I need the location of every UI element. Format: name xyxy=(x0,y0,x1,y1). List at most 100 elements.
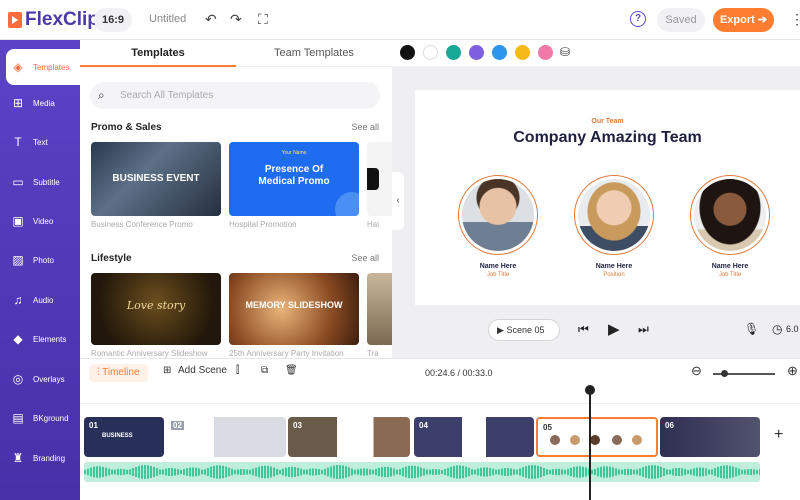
search-input[interactable]: ⌕ Search All Templates xyxy=(90,82,380,109)
sidebar-item-label: Overlays xyxy=(33,374,65,384)
sidebar-item-label: Video xyxy=(33,216,54,226)
timeline-tab[interactable]: ⫶ Timeline xyxy=(89,364,148,382)
sidebar-item-templates[interactable]: ◈ Templates xyxy=(6,49,80,85)
play-icon[interactable]: ▶ xyxy=(608,320,620,338)
delete-icon[interactable]: 🗑 xyxy=(285,365,298,376)
redo-icon[interactable]: ↷ xyxy=(230,11,242,28)
add-scene-plus-icon[interactable]: + xyxy=(774,426,783,444)
color-swatch-purple[interactable] xyxy=(469,45,484,60)
clip-avatar-thumb xyxy=(612,435,622,445)
color-swatch-pink[interactable] xyxy=(538,45,553,60)
member-role: Position xyxy=(603,272,625,278)
voiceover-icon[interactable]: 🎙 xyxy=(744,322,759,336)
tab-team-templates[interactable]: Team Templates xyxy=(236,40,392,67)
color-swatch-yellow[interactable] xyxy=(515,45,530,60)
sidebar-item-audio[interactable]: ♫ Audio xyxy=(0,282,80,318)
playhead[interactable] xyxy=(589,386,591,500)
template-thumb-partial[interactable] xyxy=(367,273,392,345)
template-caption: Hospital Promotion xyxy=(229,220,297,229)
color-swatch-teal[interactable] xyxy=(446,45,461,60)
collapse-panel-button[interactable]: ‹ xyxy=(392,172,404,230)
team-member-card: Name Here Job Title xyxy=(458,175,538,278)
section-title-promo: Promo & Sales xyxy=(91,122,162,133)
tab-templates[interactable]: Templates xyxy=(80,40,236,67)
overlays-icon: ◎ xyxy=(12,372,24,386)
template-thumb-memory[interactable]: MEMORY SLIDESHOW xyxy=(229,273,359,345)
sidebar-item-elements[interactable]: ◆ Elements xyxy=(0,321,80,357)
template-caption: Romantic Anniversary Slideshow xyxy=(91,349,208,358)
clip-avatar-thumb xyxy=(590,435,600,445)
portrait-photo xyxy=(462,179,534,251)
template-caption: Tra xyxy=(367,349,379,358)
sidebar-item-photo[interactable]: ▨ Photo xyxy=(0,242,80,278)
scene-clip[interactable]: 06 xyxy=(660,417,760,457)
scene-clip-selected[interactable]: 05 xyxy=(536,417,658,457)
paint-bucket-icon[interactable]: ⛁ xyxy=(560,45,570,59)
help-icon[interactable]: ? xyxy=(630,11,646,27)
saved-button[interactable]: Saved xyxy=(657,8,705,32)
scene-clip[interactable]: 01 BUSINESS xyxy=(84,417,164,457)
color-swatch-blue[interactable] xyxy=(492,45,507,60)
timeline-icon: ⫶ xyxy=(97,367,100,378)
color-swatch-white[interactable] xyxy=(423,45,438,60)
team-member-card: Name Here Position xyxy=(574,175,654,278)
sidebar-item-label: Photo xyxy=(33,255,54,265)
template-thumb-business[interactable]: BUSINESS EVENT xyxy=(91,142,221,216)
zoom-in-icon[interactable]: ⊕ xyxy=(787,363,798,379)
previous-scene-icon[interactable]: ⏮ xyxy=(578,322,589,337)
sidebar-item-branding[interactable]: ♜ Branding xyxy=(0,440,80,476)
export-button[interactable]: Export ➔ xyxy=(713,8,774,32)
template-caption: Hai xyxy=(367,220,380,229)
sidebar-item-media[interactable]: ⊞ Media xyxy=(0,85,80,121)
playhead-handle[interactable] xyxy=(585,385,595,395)
template-caption: Business Conference Promo xyxy=(91,220,193,229)
color-swatch-black[interactable] xyxy=(400,45,415,60)
clip-avatar-thumb xyxy=(570,435,580,445)
audio-track[interactable] xyxy=(84,462,760,482)
scene-duration[interactable]: 6.0 xyxy=(786,324,799,334)
sidebar-item-subtitle[interactable]: ▭ Subtitle xyxy=(0,164,80,200)
see-all-lifestyle-link[interactable]: See all xyxy=(351,253,379,263)
color-palette: ⛁ xyxy=(392,40,800,66)
scene-selector[interactable]: ▶ Scene 05 xyxy=(488,319,560,341)
undo-icon[interactable]: ↶ xyxy=(205,11,217,28)
add-scene-icon[interactable]: ⊞ xyxy=(163,365,171,376)
project-title[interactable]: Untitled xyxy=(149,13,186,25)
scene-label: Scene 05 xyxy=(506,325,545,335)
member-role: Job Title xyxy=(486,272,510,278)
section-title-lifestyle: Lifestyle xyxy=(91,253,132,264)
canvas-headline: Company Amazing Team xyxy=(513,129,702,146)
sidebar-item-background[interactable]: ▤ BKground xyxy=(0,400,80,436)
next-scene-icon[interactable]: ⏭ xyxy=(638,322,649,337)
template-thumb-partial[interactable] xyxy=(367,142,392,216)
clip-number: 02 xyxy=(171,421,184,430)
fullscreen-icon[interactable]: ⛶ xyxy=(258,11,268,28)
template-thumb-love-story[interactable]: Love story xyxy=(91,273,221,345)
sidebar-item-overlays[interactable]: ◎ Overlays xyxy=(0,361,80,397)
app-logo[interactable]: FlexClip xyxy=(8,9,99,31)
template-thumb-hospital[interactable]: Your Name Presence Of Medical Promo xyxy=(229,142,359,216)
elements-icon: ◆ xyxy=(13,332,23,346)
sidebar-item-label: Audio xyxy=(33,295,54,305)
photo-icon: ▨ xyxy=(12,253,24,267)
sidebar-item-text[interactable]: T Text xyxy=(0,124,80,160)
zoom-out-icon[interactable]: ⊖ xyxy=(691,363,702,379)
zoom-slider-handle[interactable] xyxy=(721,370,728,377)
more-options-icon[interactable]: ⋮ xyxy=(790,11,800,28)
split-icon[interactable]: ⫿ xyxy=(236,365,239,376)
clip-avatar-thumb xyxy=(550,435,560,445)
duplicate-icon[interactable]: ⧉ xyxy=(261,365,268,376)
see-all-promo-link[interactable]: See all xyxy=(351,122,379,132)
scene-clip[interactable]: 04 xyxy=(414,417,534,457)
video-icon: ▣ xyxy=(12,214,24,228)
sidebar-item-video[interactable]: ▣ Video xyxy=(0,203,80,239)
clip-avatar-thumb xyxy=(632,435,642,445)
scene-clip[interactable]: 02 xyxy=(166,417,286,457)
clip-number: 05 xyxy=(543,423,552,432)
scene-canvas[interactable]: Our Team Company Amazing Team Name Here … xyxy=(415,90,800,305)
scene-clip[interactable]: 03 xyxy=(288,417,410,457)
member-role: Job Title xyxy=(718,272,742,278)
aspect-ratio-button[interactable]: 16:9 xyxy=(94,8,132,32)
timeline-toolbar: ⫶ Timeline ⊞ Add Scene ⫿ ⧉ 🗑 00:24.6 / 0… xyxy=(80,358,800,386)
add-scene-button[interactable]: Add Scene xyxy=(178,365,227,376)
